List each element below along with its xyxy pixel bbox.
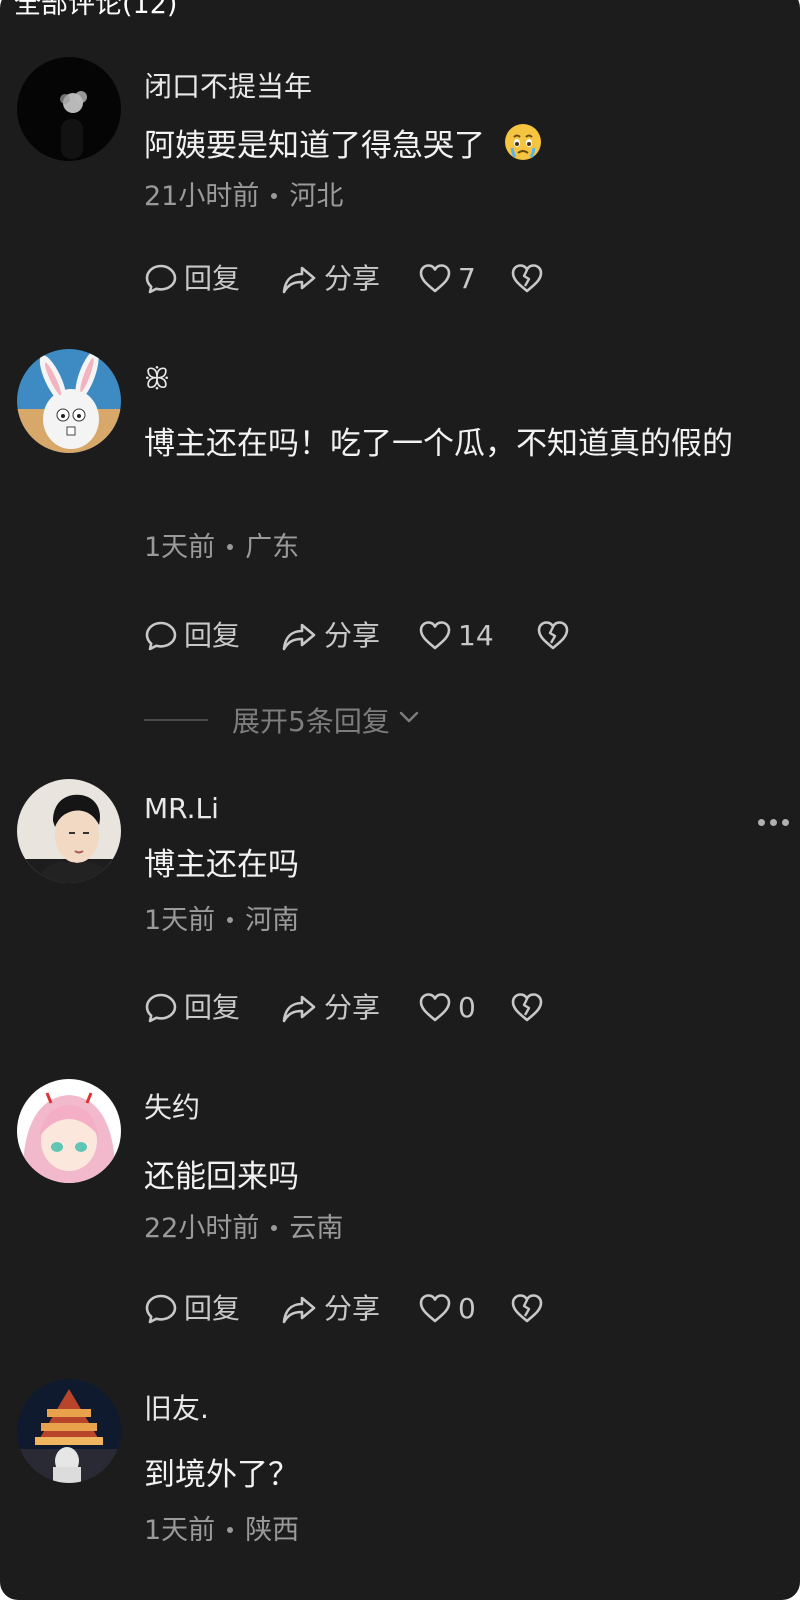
- reply-label: 回复: [184, 991, 241, 1024]
- reply-button[interactable]: 回复: [144, 1289, 240, 1329]
- comment-content: 博主还在吗！吃了一个瓜，不知道真的假的: [144, 426, 733, 462]
- comment-meta: 21小时前 河北: [144, 180, 343, 214]
- reply-label: 回复: [184, 262, 241, 295]
- comment-time: 1天前: [144, 1515, 216, 1546]
- share-button[interactable]: 分享: [280, 616, 380, 656]
- comment-username[interactable]: ꕥ: [144, 362, 170, 396]
- share-button[interactable]: 分享: [280, 1289, 380, 1329]
- more-dot: [758, 818, 765, 826]
- like-button[interactable]: 0: [418, 988, 476, 1028]
- like-button[interactable]: 7: [418, 259, 476, 299]
- avatar[interactable]: [17, 57, 121, 161]
- share-label: 分享: [324, 619, 381, 652]
- broken-heart-icon: [536, 619, 570, 653]
- comment-bubble-icon: [144, 262, 178, 296]
- comment-username[interactable]: MR.Li: [144, 792, 219, 826]
- broken-heart-icon: [510, 262, 544, 296]
- reply-button[interactable]: 回复: [144, 988, 240, 1028]
- comment-text: 阿姨要是知道了得急哭了: [144, 128, 485, 164]
- comment-time: 21小时前: [144, 181, 260, 212]
- broken-heart-icon: [510, 991, 544, 1025]
- broken-heart-icon: [510, 1292, 544, 1326]
- more-dots-icon[interactable]: [758, 812, 794, 832]
- more-dot: [770, 818, 777, 826]
- comment-username[interactable]: 失约: [144, 1091, 200, 1125]
- comment-bubble-icon: [144, 1292, 178, 1326]
- comment-time: 22小时前: [144, 1213, 260, 1244]
- comment-actions: 回复 分享 14: [144, 616, 604, 656]
- heart-icon: [418, 619, 452, 653]
- heart-icon: [418, 262, 452, 296]
- more-dot: [782, 818, 789, 826]
- comment-location: 河南: [245, 905, 300, 936]
- share-label: 分享: [324, 262, 381, 295]
- comment-content: 还能回来吗: [144, 1159, 299, 1195]
- share-arrow-icon: [280, 991, 318, 1025]
- comment-content: 博主还在吗: [144, 847, 299, 883]
- separator-dot: [271, 192, 278, 199]
- share-label: 分享: [324, 1292, 381, 1325]
- reply-button[interactable]: 回复: [144, 616, 240, 656]
- comment-username[interactable]: 闭口不提当年: [144, 70, 312, 104]
- avatar[interactable]: [17, 1379, 121, 1483]
- expand-replies-label: 展开5条回复: [232, 705, 390, 738]
- comment-location: 陕西: [245, 1515, 300, 1546]
- comment-content: 到境外了？: [144, 1457, 299, 1493]
- dislike-button[interactable]: [510, 988, 544, 1028]
- share-button[interactable]: 分享: [280, 259, 380, 299]
- separator-dot: [227, 1526, 234, 1533]
- comments-header-title: 全部评论(12): [14, 0, 178, 20]
- comment-actions: 回复 分享 0: [144, 1289, 604, 1329]
- like-button[interactable]: 14: [418, 616, 494, 656]
- avatar[interactable]: [17, 1079, 121, 1183]
- avatar[interactable]: [17, 779, 121, 883]
- separator-dot: [227, 543, 234, 550]
- share-label: 分享: [324, 991, 381, 1024]
- separator-dot: [271, 1224, 278, 1231]
- comment-bubble-icon: [144, 619, 178, 653]
- comment-meta: 22小时前 云南: [144, 1212, 343, 1246]
- dislike-button[interactable]: [536, 616, 570, 656]
- like-button[interactable]: 0: [418, 1289, 476, 1329]
- dislike-button[interactable]: [510, 259, 544, 299]
- reply-label: 回复: [184, 619, 241, 652]
- expand-divider-line: [144, 719, 208, 721]
- comment-time: 1天前: [144, 532, 216, 563]
- comment-actions: 回复 分享 7: [144, 259, 604, 299]
- comment-username[interactable]: 旧友.: [144, 1392, 209, 1426]
- like-count: 0: [458, 1292, 476, 1325]
- comment-content: 阿姨要是知道了得急哭了: [144, 117, 764, 175]
- crying-face-emoji: [503, 122, 543, 162]
- comment-location: 云南: [289, 1213, 344, 1244]
- chevron-down-icon: [390, 704, 422, 737]
- comment-time: 1天前: [144, 905, 216, 936]
- heart-icon: [418, 991, 452, 1025]
- comment-meta: 1天前 广东: [144, 531, 299, 565]
- comments-panel: 全部评论(12) 闭口不提当年 阿姨要是知道了得急哭了 21小时前 河北 回复 …: [0, 0, 800, 1600]
- expand-replies-button[interactable]: 展开5条回复: [144, 700, 422, 740]
- share-arrow-icon: [280, 619, 318, 653]
- heart-icon: [418, 1292, 452, 1326]
- like-count: 0: [458, 991, 476, 1024]
- comment-location: 河北: [289, 181, 344, 212]
- like-count: 7: [458, 262, 476, 295]
- separator-dot: [227, 916, 234, 923]
- like-count: 14: [458, 619, 494, 652]
- share-button[interactable]: 分享: [280, 988, 380, 1028]
- comment-actions: 回复 分享 0: [144, 988, 604, 1028]
- avatar[interactable]: [17, 349, 121, 453]
- comment-meta: 1天前 河南: [144, 904, 299, 938]
- reply-button[interactable]: 回复: [144, 259, 240, 299]
- share-arrow-icon: [280, 1292, 318, 1326]
- reply-label: 回复: [184, 1292, 241, 1325]
- share-arrow-icon: [280, 262, 318, 296]
- comment-bubble-icon: [144, 991, 178, 1025]
- comment-location: 广东: [245, 532, 300, 563]
- comment-meta: 1天前 陕西: [144, 1514, 299, 1548]
- dislike-button[interactable]: [510, 1289, 544, 1329]
